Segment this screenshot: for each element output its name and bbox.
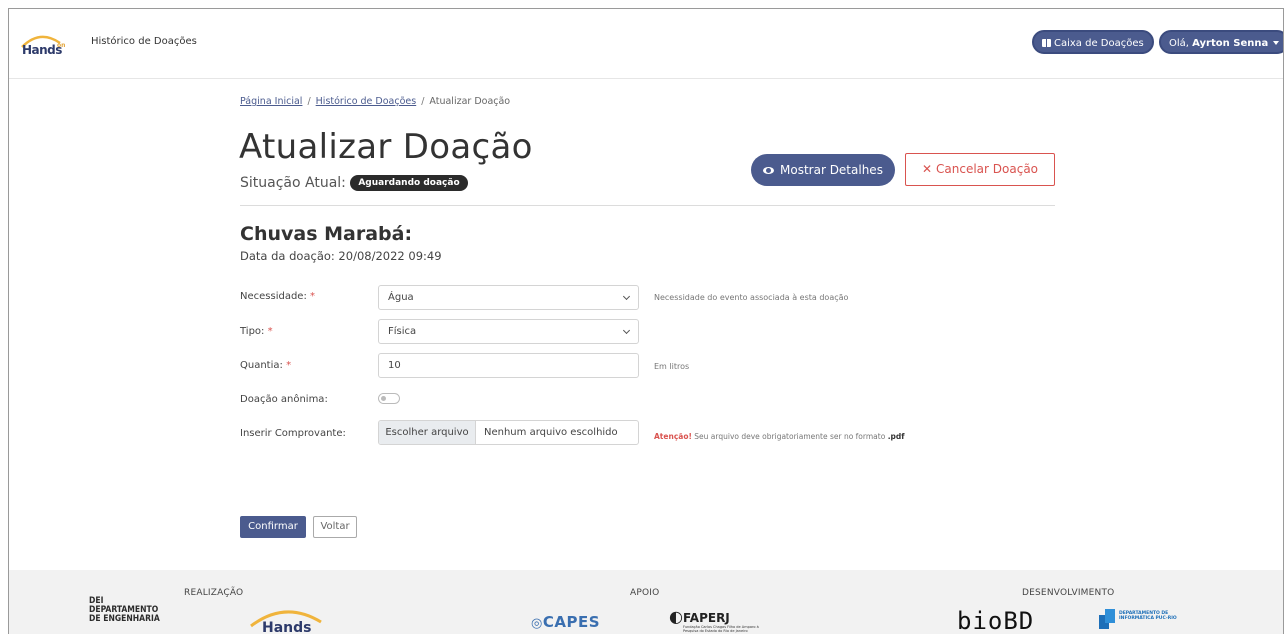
- footer-realizacao-heading: REALIZAÇÃO: [184, 588, 244, 598]
- capes-logo: ◎CAPES: [531, 613, 600, 631]
- anonymous-toggle[interactable]: [378, 393, 400, 404]
- greeting-label: Olá,: [1169, 38, 1189, 49]
- dept-informatica-text: DEPARTAMENTO DE INFORMÁTICA PUC-RIO: [1119, 611, 1177, 621]
- dei-logo: DEI DEPARTAMENTO DE ENGENHARIA: [89, 597, 160, 624]
- cancel-donation-button[interactable]: ✕ Cancelar Doação: [905, 153, 1055, 186]
- status-badge: Aguardando doação: [350, 175, 468, 191]
- faperj-emblem-icon: ◐: [669, 607, 683, 626]
- amount-value: 10: [388, 360, 401, 371]
- cancel-donation-label: Cancelar Doação: [936, 162, 1039, 176]
- donation-box-label: Caixa de Doações: [1054, 38, 1144, 49]
- need-value: Água: [388, 292, 414, 303]
- toggle-knob: [381, 396, 386, 401]
- anonymous-label: Doação anônima:: [240, 394, 328, 405]
- dept-informatica-emblem-icon: [1099, 609, 1115, 629]
- gift-icon: [1042, 39, 1051, 47]
- amount-help: Em litros: [654, 362, 690, 371]
- nav-link-history[interactable]: Histórico de Doações: [91, 36, 197, 47]
- eye-icon: [763, 167, 774, 174]
- confirm-button[interactable]: Confirmar: [240, 516, 306, 538]
- need-label-text: Necessidade:: [240, 291, 307, 302]
- breadcrumb-home[interactable]: Página Inicial: [240, 96, 302, 107]
- breadcrumb: Página Inicial / Histórico de Doações / Atua…: [240, 96, 510, 107]
- faperj-logo: ◐FAPERJ Fundação Carlos Chagas Filho de …: [669, 607, 759, 633]
- amount-label-text: Quantia:: [240, 360, 283, 371]
- capes-eye-icon: ◎: [531, 616, 543, 631]
- faperj-text: FAPERJ: [682, 611, 730, 625]
- capes-text: CAPES: [542, 613, 601, 631]
- user-menu-button[interactable]: Olá, Ayrton Senna: [1159, 30, 1283, 54]
- footer-hands-text: Hands: [262, 620, 312, 634]
- user-name: Ayrton Senna: [1192, 38, 1269, 49]
- footer-apoio-heading: APOIO: [630, 588, 660, 598]
- amount-label: Quantia: *: [240, 360, 291, 371]
- need-help: Necessidade do evento associada à esta d…: [654, 293, 849, 302]
- type-label-text: Tipo:: [240, 326, 265, 337]
- file-name: Nenhum arquivo escolhido: [484, 427, 618, 438]
- divider: [240, 205, 1055, 206]
- receipt-file-input[interactable]: Escolher arquivo Nenhum arquivo escolhid…: [378, 420, 639, 445]
- breadcrumb-separator: /: [307, 96, 311, 107]
- need-select[interactable]: Água: [378, 285, 639, 310]
- status-line: Situação Atual: Aguardando doação: [240, 175, 468, 191]
- footer-hands-logo: Hands: [247, 598, 327, 634]
- donation-box-button[interactable]: Caixa de Doações: [1032, 30, 1154, 54]
- need-label: Necessidade: *: [240, 291, 315, 302]
- show-details-button[interactable]: Mostrar Detalhes: [751, 154, 895, 186]
- footer: REALIZAÇÃO APOIO DESENVOLVIMENTO DEI DEP…: [9, 570, 1283, 634]
- breadcrumb-history[interactable]: Histórico de Doações: [316, 96, 417, 107]
- dept-informatica-logo: DEPARTAMENTO DE INFORMÁTICA PUC-RIO: [1099, 609, 1177, 633]
- choose-file-button[interactable]: Escolher arquivo: [379, 421, 476, 444]
- navbar: Hands on Histórico de Doações Caixa de D…: [9, 9, 1283, 79]
- close-icon: ✕: [921, 162, 933, 176]
- back-button[interactable]: Voltar: [313, 516, 357, 538]
- app-frame: Hands on Histórico de Doações Caixa de D…: [8, 8, 1284, 634]
- type-select[interactable]: Física: [378, 319, 639, 344]
- dei-logo-line: DE ENGENHARIA: [89, 614, 160, 624]
- warning-text: Seu arquivo deve obrigatoriamente ser no…: [694, 432, 886, 441]
- biobd-logo: bioBD: [957, 607, 1035, 634]
- type-label: Tipo: *: [240, 326, 273, 337]
- event-name: Chuvas Marabá:: [240, 223, 413, 245]
- chevron-down-icon: [622, 292, 631, 301]
- page-title: Atualizar Doação: [239, 127, 533, 167]
- hands-on-logo[interactable]: Hands on: [20, 29, 66, 59]
- receipt-label: Inserir Comprovante:: [240, 428, 346, 439]
- file-warning: Atenção! Seu arquivo deve obrigatoriamen…: [654, 432, 905, 441]
- type-value: Física: [388, 326, 417, 337]
- warning-format: .pdf: [887, 432, 905, 441]
- warning-title: Atenção!: [654, 432, 692, 441]
- required-mark: *: [286, 360, 292, 371]
- footer-desenvolvimento-heading: DESENVOLVIMENTO: [1022, 588, 1115, 598]
- required-mark: *: [310, 291, 316, 302]
- logo-text: Hands: [22, 43, 62, 57]
- caret-down-icon: [1273, 41, 1280, 45]
- breadcrumb-current: Atualizar Doação: [429, 96, 511, 107]
- donation-date: Data da doação: 20/08/2022 09:49: [240, 249, 442, 263]
- logo-suffix: on: [57, 42, 66, 49]
- amount-input[interactable]: 10: [378, 353, 639, 378]
- status-label: Situação Atual:: [240, 175, 346, 191]
- show-details-label: Mostrar Detalhes: [780, 163, 883, 177]
- chevron-down-icon: [622, 326, 631, 335]
- breadcrumb-separator: /: [421, 96, 425, 107]
- faperj-subtitle: Fundação Carlos Chagas Filho de Amparo à…: [683, 625, 759, 633]
- required-mark: *: [267, 326, 273, 337]
